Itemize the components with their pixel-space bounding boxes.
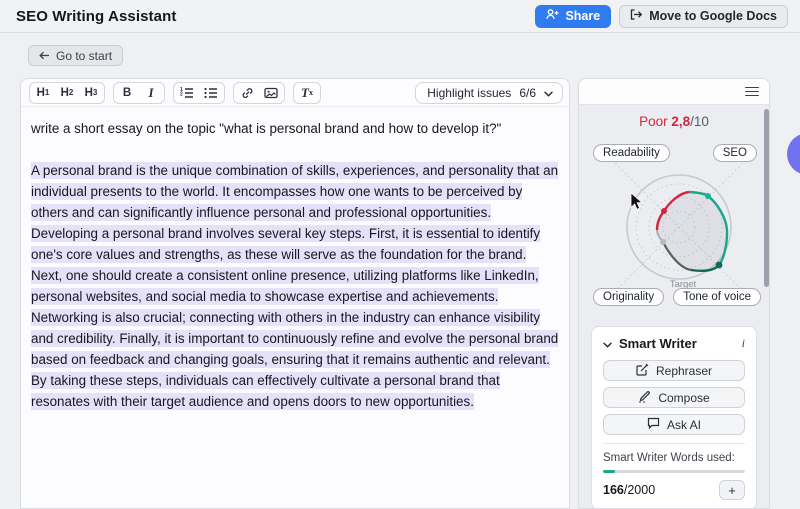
seo-point (705, 193, 711, 199)
page-title: SEO Writing Assistant (16, 8, 176, 25)
words-used-progress-fill (603, 470, 615, 473)
export-icon (630, 9, 643, 23)
essay-paragraph[interactable]: A personal brand is the unique combinati… (31, 160, 559, 412)
menu-icon[interactable] (745, 85, 759, 99)
readability-pill[interactable]: Readability (593, 144, 670, 162)
readability-point (661, 208, 667, 214)
top-header: SEO Writing Assistant Share Move to Goog… (0, 0, 800, 33)
info-icon[interactable]: i (742, 336, 745, 351)
radar-chart: Target Readability SEO Originality Tone … (579, 132, 769, 318)
clear-formatting-button[interactable]: Tx (295, 83, 319, 103)
smart-writer-title: Smart Writer (619, 336, 697, 351)
smart-writer-card: Smart Writer i Rephraser Compose (591, 326, 757, 509)
chevron-down-icon (603, 335, 612, 353)
bold-button[interactable]: B (115, 83, 139, 103)
editor-content[interactable]: write a short essay on the topic "what i… (21, 107, 569, 412)
heading2-button[interactable]: H2 (55, 83, 79, 103)
floating-assistant-button[interactable] (787, 133, 800, 175)
score-value: 2,8 (671, 114, 690, 129)
format-group: B I (113, 82, 165, 104)
list-group: 12 (173, 82, 225, 104)
rephraser-button[interactable]: Rephraser (603, 360, 745, 381)
smart-writer-header[interactable]: Smart Writer i (603, 335, 745, 352)
score-max: /10 (690, 114, 709, 129)
tone-point (716, 262, 723, 269)
panel-scrollbar[interactable] (764, 109, 769, 287)
mouse-cursor (631, 193, 642, 209)
seo-pill[interactable]: SEO (713, 144, 757, 162)
heading1-button[interactable]: H1 (31, 83, 55, 103)
chat-bubble-icon (647, 417, 660, 432)
editor-card: H1 H2 H3 B I 12 (20, 78, 570, 509)
heading3-button[interactable]: H3 (79, 83, 103, 103)
add-words-button[interactable]: + (719, 480, 745, 500)
share-person-plus-icon (546, 9, 559, 23)
words-used-label: Smart Writer Words used: (603, 452, 745, 464)
highlight-issues-label: Highlight issues (427, 86, 511, 100)
go-to-start-button[interactable]: Go to start (28, 45, 123, 66)
link-icon[interactable] (235, 83, 259, 103)
compose-pencil-icon (638, 390, 651, 406)
svg-text:2: 2 (180, 91, 183, 97)
move-to-google-docs-button[interactable]: Move to Google Docs (619, 5, 788, 28)
bullet-list-icon[interactable] (199, 83, 223, 103)
issues-count: 6/6 (519, 86, 536, 100)
prompt-paragraph[interactable]: write a short essay on the topic "what i… (31, 118, 559, 139)
panel-header (579, 79, 769, 105)
insert-group (233, 82, 285, 104)
overall-score: Poor 2,8/10 (579, 114, 769, 132)
heading-group: H1 H2 H3 (29, 82, 105, 104)
arrow-left-icon (39, 49, 50, 63)
italic-button[interactable]: I (139, 83, 163, 103)
rephraser-pencil-square-icon (636, 363, 649, 379)
ask-ai-button[interactable]: Ask AI (603, 414, 745, 435)
words-used-progress-bar (603, 470, 745, 473)
words-used-section: Smart Writer Words used: 166/2000 + (603, 443, 745, 500)
compose-button[interactable]: Compose (603, 387, 745, 408)
chevron-down-icon (544, 86, 553, 100)
editor-toolbar: H1 H2 H3 B I 12 (21, 79, 569, 107)
originality-point (660, 239, 666, 245)
tone-of-voice-pill[interactable]: Tone of voice (673, 288, 761, 306)
ordered-list-icon[interactable]: 12 (175, 83, 199, 103)
words-used-count: 166/2000 (603, 483, 655, 497)
score-panel: Poor 2,8/10 (578, 78, 770, 509)
score-rating-label: Poor (639, 114, 668, 129)
app-window: SEO Writing Assistant Share Move to Goog… (0, 0, 800, 509)
image-icon[interactable] (259, 83, 283, 103)
share-button[interactable]: Share (535, 5, 611, 28)
highlight-issues-dropdown[interactable]: Highlight issues 6/6 (415, 82, 563, 104)
originality-pill[interactable]: Originality (593, 288, 664, 306)
clear-format-group: Tx (293, 82, 321, 104)
highlighted-essay-text[interactable]: A personal brand is the unique combinati… (31, 162, 558, 410)
